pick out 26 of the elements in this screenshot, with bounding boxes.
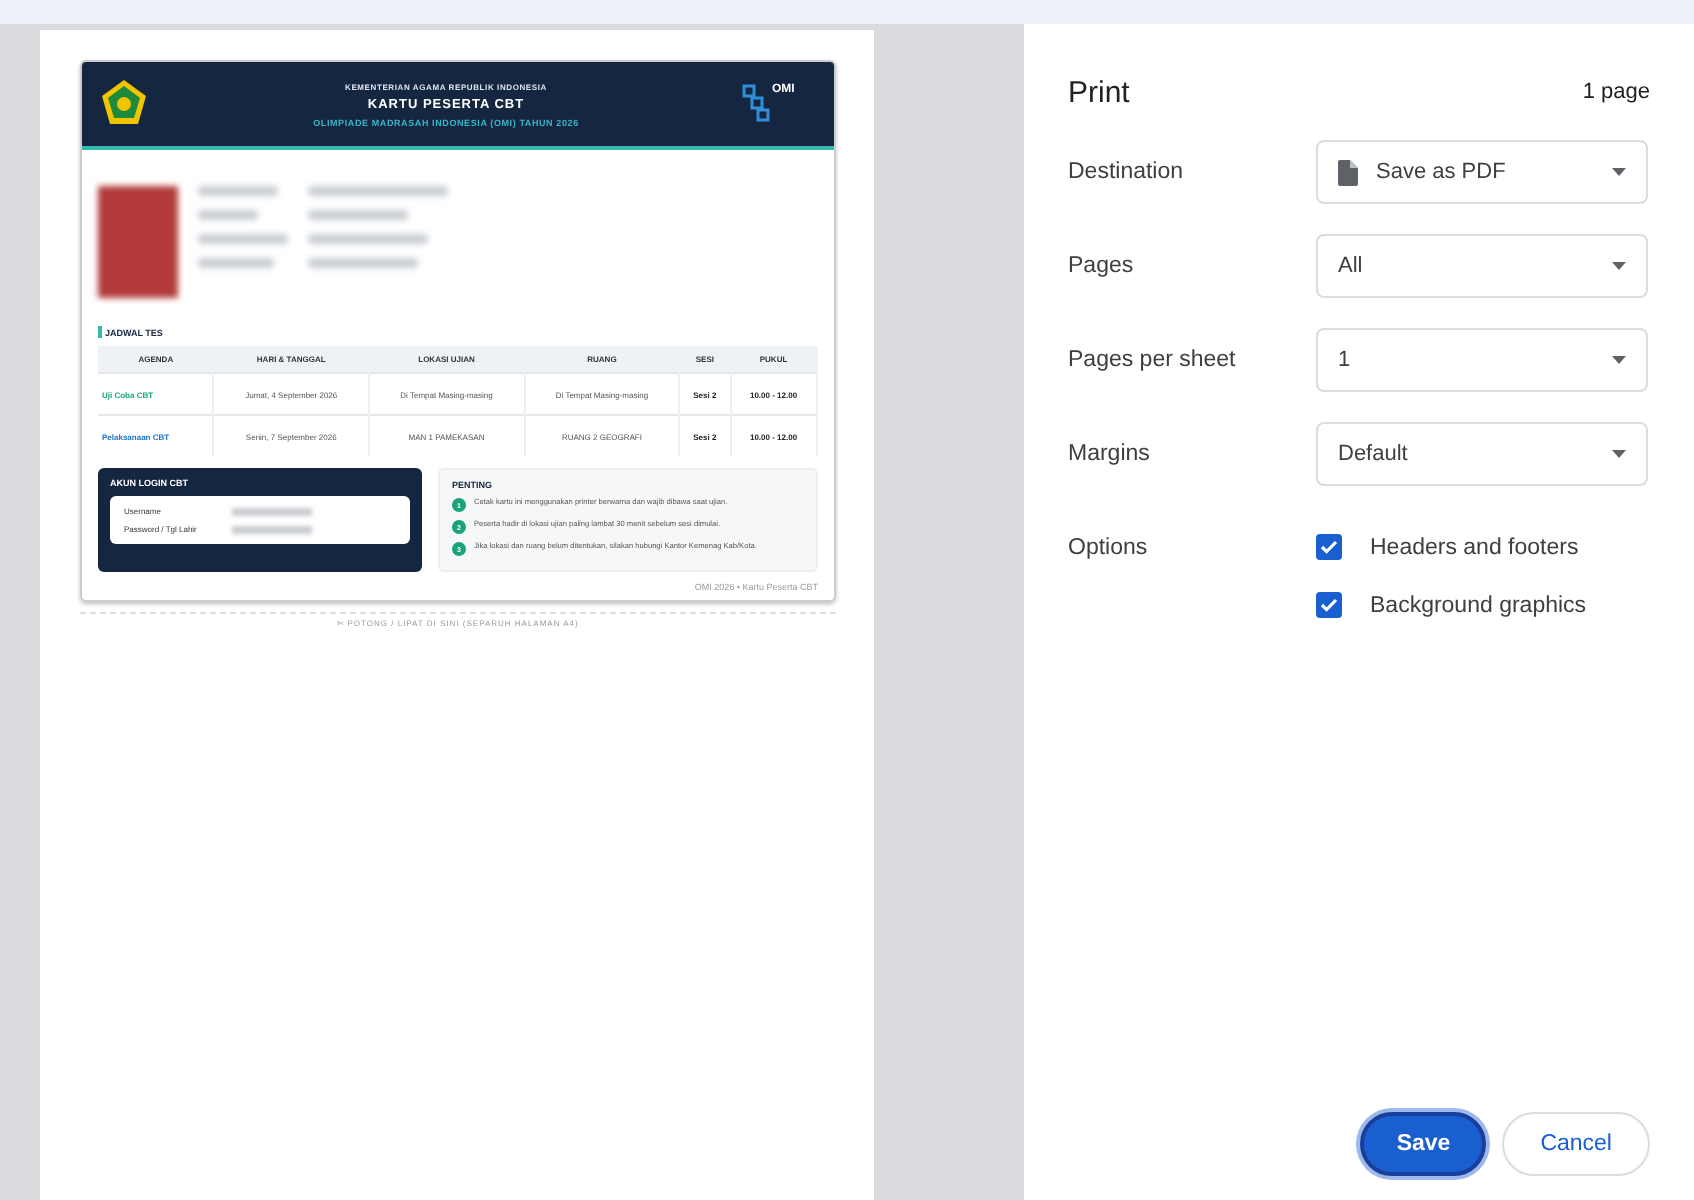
emblem-icon xyxy=(98,78,150,130)
setting-label: Pages per sheet xyxy=(1068,346,1238,376)
checkbox-label: Headers and footers xyxy=(1370,535,1579,559)
checkbox[interactable] xyxy=(1316,534,1342,560)
checkbox[interactable] xyxy=(1316,592,1342,618)
caret-icon xyxy=(1612,168,1626,176)
setting-label: Destination xyxy=(1068,158,1186,188)
setting-dropdown[interactable]: Default xyxy=(1316,422,1648,486)
setting-dropdown[interactable]: All xyxy=(1316,234,1648,298)
caret-icon xyxy=(1612,356,1626,364)
cancel-button[interactable]: Cancel xyxy=(1502,1112,1650,1176)
photo-placeholder xyxy=(98,186,178,298)
blurred-value xyxy=(232,525,312,533)
setting-label: Margins xyxy=(1068,440,1152,470)
logo-icon xyxy=(742,84,770,124)
save-button[interactable]: Save xyxy=(1360,1112,1487,1176)
caret-icon xyxy=(1612,262,1626,270)
page-count: 1 page xyxy=(1582,80,1650,104)
checkbox-label: Background graphics xyxy=(1370,593,1587,617)
setting-label: Pages xyxy=(1068,252,1136,282)
setting-label: Options xyxy=(1068,534,1150,564)
dialog-title: Print xyxy=(1068,75,1130,109)
setting-dropdown[interactable]: 1 xyxy=(1316,328,1648,392)
caret-icon xyxy=(1612,450,1626,458)
destination-dropdown[interactable]: Save as PDF xyxy=(1316,140,1648,204)
blurred-value xyxy=(232,507,312,515)
